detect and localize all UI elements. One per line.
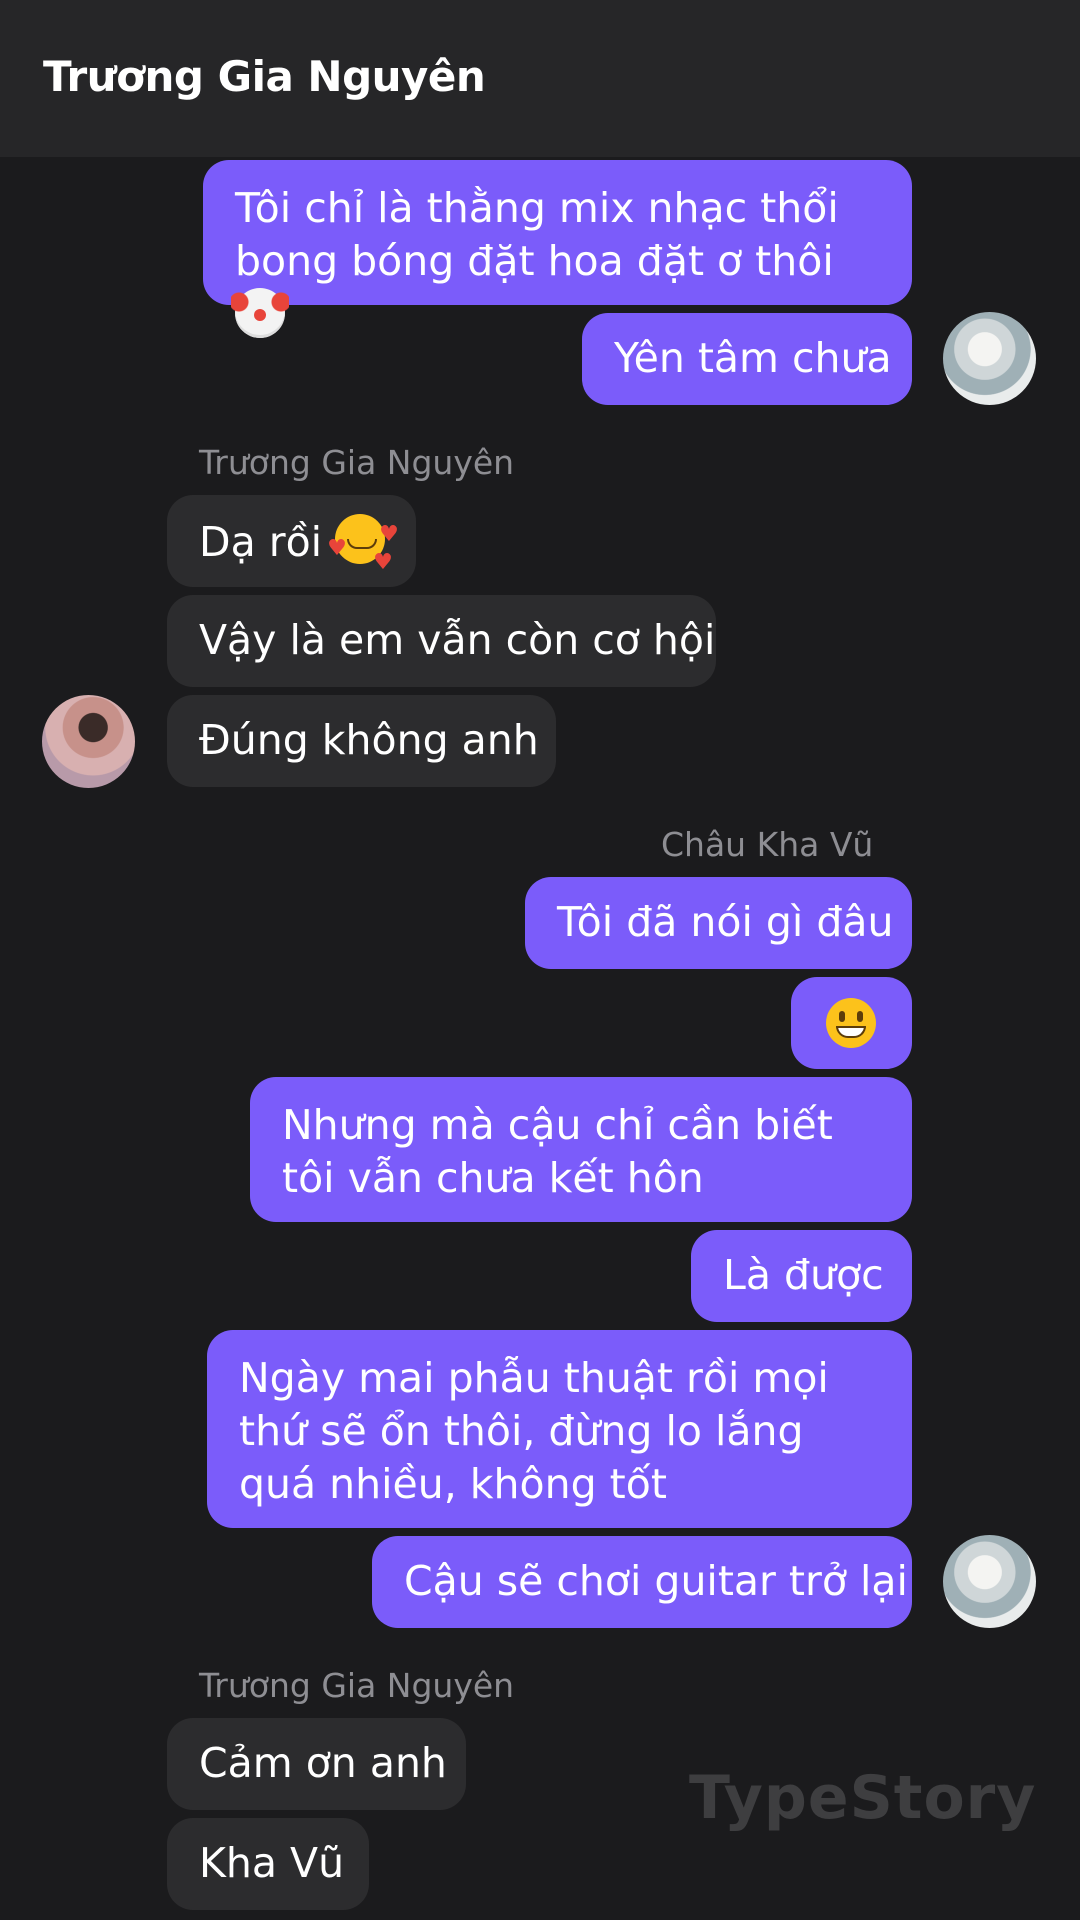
message-text: Đúng không anh bbox=[199, 716, 539, 764]
message-text: Cậu sẽ chơi guitar trở lại bbox=[404, 1557, 908, 1605]
sender-name: Trương Gia Nguyên bbox=[199, 1666, 515, 1705]
message-text: Nhưng mà cậu chỉ cần biết tôi vẫn chưa k… bbox=[282, 1101, 833, 1202]
avatar-chau-kha-vu[interactable] bbox=[943, 312, 1036, 405]
message-text: Tôi chỉ là thằng mix nhạc thổi bong bóng… bbox=[235, 184, 839, 285]
message-bubble-outgoing[interactable]: Nhưng mà cậu chỉ cần biết tôi vẫn chưa k… bbox=[250, 1077, 912, 1222]
message-bubble-outgoing[interactable]: Ngày mai phẫu thuật rồi mọi thứ sẽ ổn th… bbox=[207, 1330, 912, 1528]
message-bubble-outgoing[interactable]: Tôi đã nói gì đâu bbox=[525, 877, 912, 969]
message-bubble-incoming[interactable]: Dạ rồi bbox=[167, 495, 416, 587]
message-bubble-incoming[interactable]: Vậy là em vẫn còn cơ hội bbox=[167, 595, 716, 687]
message-bubble-incoming[interactable]: Kha Vũ bbox=[167, 1818, 369, 1910]
message-bubble-incoming[interactable]: Đúng không anh bbox=[167, 695, 556, 787]
message-text: Cảm ơn anh bbox=[199, 1739, 447, 1787]
avatar-chau-kha-vu[interactable] bbox=[943, 1535, 1036, 1628]
chat-header: Trương Gia Nguyên bbox=[0, 0, 1080, 157]
watermark-logo: TypeStory bbox=[689, 1763, 1037, 1833]
message-bubble-outgoing[interactable] bbox=[791, 977, 912, 1069]
grinning-face-emoji-icon bbox=[826, 998, 876, 1048]
sender-name: Châu Kha Vũ bbox=[661, 825, 874, 864]
message-text: Là được bbox=[723, 1251, 884, 1299]
message-text: Tôi đã nói gì đâu bbox=[557, 898, 894, 946]
message-bubble-incoming[interactable]: Cảm ơn anh bbox=[167, 1718, 466, 1810]
message-text: Yên tâm chưa bbox=[614, 334, 892, 382]
message-bubble-outgoing[interactable]: Là được bbox=[691, 1230, 912, 1322]
message-text: Ngày mai phẫu thuật rồi mọi thứ sẽ ổn th… bbox=[239, 1354, 829, 1508]
clown-face-emoji-icon bbox=[231, 288, 289, 338]
message-bubble-outgoing[interactable]: Yên tâm chưa bbox=[582, 313, 912, 405]
smiling-face-with-hearts-emoji-icon bbox=[327, 514, 386, 564]
avatar-truong-gia-nguyen[interactable] bbox=[42, 695, 135, 788]
message-bubble-outgoing[interactable]: Cậu sẽ chơi guitar trở lại bbox=[372, 1536, 912, 1628]
message-bubble-outgoing[interactable]: Tôi chỉ là thằng mix nhạc thổi bong bóng… bbox=[203, 160, 912, 338]
message-text: Kha Vũ bbox=[199, 1839, 345, 1887]
message-text: Vậy là em vẫn còn cơ hội bbox=[199, 616, 716, 664]
message-text: Dạ rồi bbox=[199, 518, 323, 566]
sender-name: Trương Gia Nguyên bbox=[199, 443, 515, 482]
chat-title[interactable]: Trương Gia Nguyên bbox=[43, 52, 486, 101]
